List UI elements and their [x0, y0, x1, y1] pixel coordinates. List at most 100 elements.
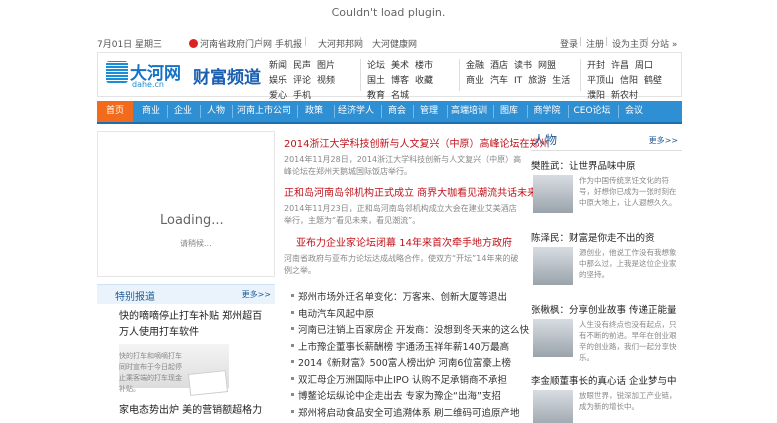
- nav-link[interactable]: 楼市: [415, 59, 433, 74]
- news-summary: 河南省政府与亚布力论坛达成战略合作，使双方“开坛”14年来的破例之举。: [284, 254, 519, 275]
- site-header: 大河网 dahe.cn 财富频道 新闻 民声 图片娱乐 评论 视频爱心 手机 论坛 美术 楼市…: [97, 52, 682, 101]
- nav-link[interactable]: 论坛: [367, 59, 385, 74]
- nav-link[interactable]: 新闻: [269, 59, 287, 74]
- nav-link[interactable]: 评论: [293, 74, 311, 89]
- person-item: 李金顺董事长的真心话 企业梦与中 放眼世界，锐深加工产业链，成为新的增长中。: [531, 373, 682, 423]
- headline-news: 2014浙江大学科技创新与人文复兴（中原）高峰论坛在郑州 2014年11月28日…: [284, 131, 549, 286]
- menu-item[interactable]: 商业: [137, 101, 165, 122]
- nav-link[interactable]: 汽车: [490, 74, 508, 89]
- top-bar: 7月01日 星期三 河南省政府门户网 | 手机报 | 大河邦邦网 | 大河健康网…: [97, 37, 678, 50]
- person-name[interactable]: 樊胜武：让世界品味中原: [531, 158, 682, 172]
- person-name[interactable]: 陈泽民：财富是你走不出的资: [531, 230, 682, 244]
- loading-subtext: 请稍候...: [180, 239, 212, 248]
- news-list: 郑州市场外迁名单变化：万客来、创新大厦等退出 电动汽车风起中原 河南已注销上百家…: [291, 291, 529, 423]
- special-headline[interactable]: 快的嘀嘀停止打车补贴 郑州超百万人使用打车软件: [119, 309, 269, 341]
- nav-link[interactable]: 信阳: [620, 74, 638, 89]
- person-name[interactable]: 张楸枫：分享创业故事 传递正能量: [531, 302, 682, 316]
- nav-link[interactable]: 博客: [391, 74, 409, 89]
- nav-link[interactable]: 民声: [293, 59, 311, 74]
- list-item[interactable]: 郑州市场外迁名单变化：万客来、创新大厦等退出: [291, 291, 523, 305]
- special-report-panel: 特别报道 更多>> 快的嘀嘀停止打车补贴 郑州超百万人使用打车软件 快的打车和嘀…: [97, 284, 275, 423]
- person-item: 樊胜武：让世界品味中原 作为中国传统烹饪文化的符号，好想你已成为一张时刻在中原大…: [531, 158, 682, 213]
- menu-item[interactable]: CEO论坛: [570, 101, 614, 122]
- main-menu: 首页 商业 企业 人物 河南上市公司 政策 经济学人 商会 管理 高端培训 图库…: [97, 101, 682, 124]
- news-item: 2014浙江大学科技创新与人文复兴（中原）高峰论坛在郑州 2014年11月28日…: [284, 135, 549, 178]
- nav-link[interactable]: 国土: [367, 74, 385, 89]
- special-more-link[interactable]: 更多>>: [242, 289, 271, 300]
- news-item: 正和岛河南岛邻机构正式成立 商界大咖看见潮流共话未来 2014年11月23日，正…: [284, 184, 537, 227]
- bangbang-link[interactable]: 大河邦邦网: [318, 37, 363, 50]
- nav-link[interactable]: 生活: [552, 74, 570, 89]
- person-item: 陈泽民：财富是你走不出的资 源创业，他说工作没有我想象中那么过，上我是这位企业家…: [531, 230, 682, 285]
- nav-link[interactable]: 平顶山: [587, 74, 614, 89]
- image-slider[interactable]: Loading... 请稍候...: [97, 131, 275, 277]
- menu-item[interactable]: 政策: [299, 101, 329, 122]
- nav-link[interactable]: 周口: [635, 59, 653, 74]
- health-link[interactable]: 大河健康网: [372, 37, 417, 50]
- menu-item[interactable]: 高端培训: [449, 101, 489, 122]
- nav-link[interactable]: 开封: [587, 59, 605, 74]
- nav-link[interactable]: 娱乐: [269, 74, 287, 89]
- nav-group-business: 金融 酒店 读书 网盟商业 汽车 IT 旅游 生活: [466, 59, 578, 89]
- nav-link[interactable]: 美术: [391, 59, 409, 74]
- login-link[interactable]: 登录: [560, 37, 578, 50]
- person-desc: 人生没有终点也没有起点，只有不断的前进。早年在创业艰辛的创业路，我们一起分享快乐…: [579, 320, 677, 362]
- special-report-header: 特别报道 更多>>: [97, 284, 275, 304]
- news-item: 亚布力企业家论坛闭幕 14年来首次牵手地方政府 河南省政府与亚布力论坛达成战略合…: [284, 234, 524, 277]
- news-title[interactable]: 亚布力企业家论坛闭幕 14年来首次牵手地方政府: [284, 234, 524, 249]
- person-photo[interactable]: [533, 247, 573, 285]
- register-link[interactable]: 注册: [586, 37, 604, 50]
- person-photo[interactable]: [533, 390, 573, 423]
- menu-home[interactable]: 首页: [97, 101, 133, 122]
- menu-item[interactable]: 人物: [202, 101, 230, 122]
- news-title[interactable]: 2014浙江大学科技创新与人文复兴（中原）高峰论坛在郑州: [284, 135, 549, 150]
- card-image: [187, 370, 229, 396]
- special-summary: 快的打车和嘀嘀打车同时宣布于今日起停止乘客端的打车现金补贴。: [119, 352, 182, 393]
- menu-item[interactable]: 商会: [383, 101, 411, 122]
- nav-link[interactable]: 商业: [466, 74, 484, 89]
- special-headline[interactable]: 家电态势出炉 美的营销额超格力: [119, 401, 269, 416]
- special-report-title: 特别报道: [115, 292, 155, 303]
- set-homepage-link[interactable]: 设为主页: [612, 37, 648, 50]
- nav-link[interactable]: 收藏: [415, 74, 433, 89]
- menu-item[interactable]: 河南上市公司: [234, 101, 294, 122]
- nav-link[interactable]: 酒店: [490, 59, 508, 74]
- nav-link[interactable]: 视频: [317, 74, 335, 89]
- nav-link[interactable]: 图片: [317, 59, 335, 74]
- site-logo[interactable]: 大河网 dahe.cn: [106, 59, 182, 89]
- nav-link[interactable]: 网盟: [538, 59, 556, 74]
- nav-link[interactable]: 许昌: [611, 59, 629, 74]
- list-item[interactable]: 2014《新财富》500富人榜出炉 河南6位富豪上榜: [291, 357, 523, 371]
- person-photo[interactable]: [533, 175, 573, 213]
- nav-link[interactable]: 旅游: [528, 74, 546, 89]
- list-item[interactable]: 上市豫企董事长薪酬榜 宇通汤玉祥年薪140万最高: [291, 341, 523, 355]
- branch-link[interactable]: 分站 »: [651, 37, 677, 50]
- list-item[interactable]: 双汇母企万洲国际中止IPO 认购不足承销商不承担: [291, 374, 523, 388]
- person-desc: 作为中国传统烹饪文化的符号，好想你已成为一张时刻在中原大地上，让人遐想久久。: [579, 176, 677, 207]
- menu-item[interactable]: 图库: [495, 101, 523, 122]
- channel-title: 财富频道: [193, 68, 261, 88]
- person-photo[interactable]: [533, 319, 573, 357]
- people-header: 人物 更多>>: [531, 131, 682, 151]
- nav-link[interactable]: 金融: [466, 59, 484, 74]
- menu-item[interactable]: 经济学人: [336, 101, 376, 122]
- menu-item[interactable]: 会议: [620, 101, 648, 122]
- list-item[interactable]: 河南已注销上百家房企 开发商：没想到冬天来的这么快: [291, 324, 529, 338]
- menu-item[interactable]: 管理: [415, 101, 443, 122]
- nav-link[interactable]: IT: [514, 74, 522, 89]
- list-item[interactable]: 郑州将启动食品安全可追溯体系 刷二维码可追原产地: [291, 407, 523, 421]
- mobile-news-link[interactable]: 手机报: [275, 37, 302, 50]
- person-item: 张楸枫：分享创业故事 传递正能量 人生没有终点也没有起点，只有不断的前进。早年在…: [531, 302, 682, 362]
- list-item[interactable]: 博鳌论坛纵论中企走出去 专家为豫企“出海”支招: [291, 390, 523, 404]
- menu-item[interactable]: 企业: [169, 101, 197, 122]
- person-name[interactable]: 李金顺董事长的真心话 企业梦与中: [531, 373, 682, 387]
- list-item[interactable]: 电动汽车风起中原: [291, 308, 523, 322]
- nav-link[interactable]: 鹤壁: [644, 74, 662, 89]
- news-title[interactable]: 正和岛河南岛邻机构正式成立 商界大咖看见潮流共话未来: [284, 184, 537, 199]
- people-more-link[interactable]: 更多>>: [649, 135, 678, 146]
- nav-group-cities: 开封 许昌 周口平顶山 信阳 鹤壁濮阳 新农村: [587, 59, 681, 104]
- menu-item[interactable]: 商学院: [529, 101, 565, 122]
- nav-group-news: 新闻 民声 图片娱乐 评论 视频爱心 手机: [269, 59, 359, 104]
- emblem-icon: [189, 39, 198, 48]
- nav-link[interactable]: 读书: [514, 59, 532, 74]
